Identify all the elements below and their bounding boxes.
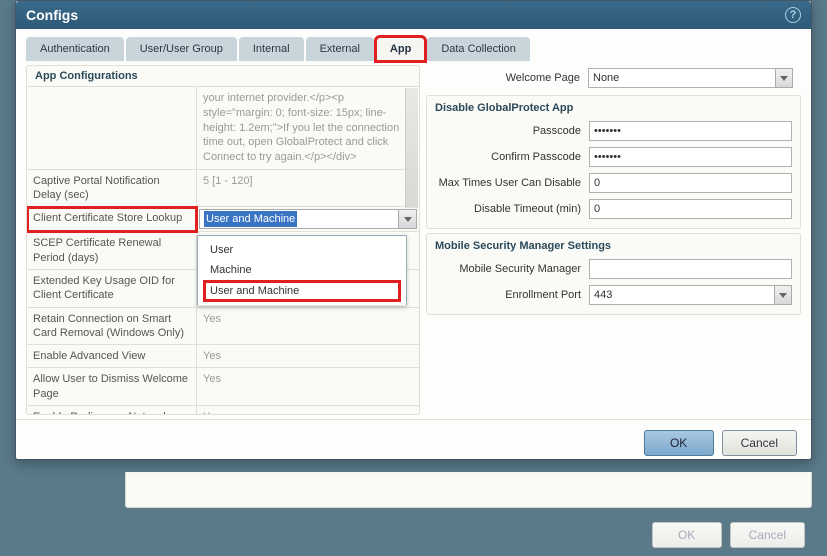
retain-smartcard-label: Retain Connection on Smart Card Removal … (27, 308, 197, 346)
disable-timeout-field[interactable]: 0 (589, 199, 792, 219)
scrollbar[interactable] (405, 88, 418, 208)
config-grid: your internet provider.</p><p style="mar… (27, 86, 419, 414)
configs-modal: Configs ? Authentication User/User Group… (15, 0, 812, 460)
tab-data-collection[interactable]: Data Collection (427, 37, 530, 61)
tab-app[interactable]: App (376, 37, 425, 61)
passcode-field[interactable]: ••••••• (589, 121, 792, 141)
msm-port-select[interactable]: 443 (589, 285, 792, 305)
cert-lookup-option-user[interactable]: User (204, 240, 400, 260)
rediscover-network-label: Enable Rediscover Network Option (27, 406, 197, 414)
section-title: Mobile Security Manager Settings (427, 236, 800, 256)
tab-internal[interactable]: Internal (239, 37, 304, 61)
raw-message-label (27, 87, 197, 170)
raw-message-value: your internet provider.</p><p style="mar… (197, 87, 419, 170)
disable-gp-section: Disable GlobalProtect App Passcode••••••… (426, 95, 801, 229)
msm-manager-field[interactable] (589, 259, 792, 279)
panel-title: App Configurations (27, 66, 419, 86)
rediscover-network-value[interactable]: Yes (197, 406, 419, 414)
captive-delay-label: Captive Portal Notification Delay (sec) (27, 170, 197, 208)
max-times-field[interactable]: 0 (589, 173, 792, 193)
background-cancel-button: Cancel (730, 522, 805, 548)
ok-button[interactable]: OK (644, 430, 714, 456)
background-ok-button: OK (652, 522, 722, 548)
tab-user-group[interactable]: User/User Group (126, 37, 237, 61)
section-title: Disable GlobalProtect App (427, 98, 800, 118)
modal-title: Configs (26, 7, 78, 23)
client-cert-lookup-cell: User and Machine (197, 207, 419, 232)
cert-lookup-option-user-and-machine[interactable]: User and Machine (204, 281, 400, 301)
captive-delay-value[interactable]: 5 [1 - 120] (197, 170, 419, 208)
welcome-page-label: Welcome Page (426, 72, 588, 84)
dismiss-welcome-value[interactable]: Yes (197, 368, 419, 406)
enable-advanced-label: Enable Advanced View (27, 345, 197, 368)
max-times-label: Max Times User Can Disable (427, 177, 589, 189)
eku-oid-label: Extended Key Usage OID for Client Certif… (27, 270, 197, 308)
msm-manager-label: Mobile Security Manager (427, 263, 589, 275)
welcome-page-row: Welcome Page None (426, 65, 801, 91)
client-cert-lookup-label: Client Certificate Store Lookup (27, 207, 197, 232)
msm-section: Mobile Security Manager Settings Mobile … (426, 233, 801, 315)
app-configurations-panel: App Configurations your internet provide… (26, 65, 420, 415)
help-icon[interactable]: ? (785, 7, 801, 23)
msm-port-label: Enrollment Port (427, 289, 589, 301)
chevron-down-icon[interactable] (775, 68, 793, 88)
confirm-passcode-label: Confirm Passcode (427, 151, 589, 163)
welcome-page-select[interactable]: None (588, 68, 793, 88)
tab-authentication[interactable]: Authentication (26, 37, 124, 61)
confirm-passcode-field[interactable]: ••••••• (589, 147, 792, 167)
client-cert-lookup-selected: User and Machine (204, 211, 297, 227)
client-cert-lookup-dropdown[interactable]: User and Machine (199, 209, 417, 229)
dismiss-welcome-label: Allow User to Dismiss Welcome Page (27, 368, 197, 406)
cert-lookup-dropdown-list: User Machine User and Machine (197, 235, 407, 306)
retain-smartcard-value[interactable]: Yes (197, 308, 419, 346)
tab-external[interactable]: External (306, 37, 374, 61)
right-column: Welcome Page None Disable GlobalProtect … (426, 65, 801, 415)
disable-timeout-label: Disable Timeout (min) (427, 203, 589, 215)
cancel-button[interactable]: Cancel (722, 430, 797, 456)
passcode-label: Passcode (427, 125, 589, 137)
enable-advanced-value[interactable]: Yes (197, 345, 419, 368)
scep-renewal-label: SCEP Certificate Renewal Period (days) (27, 232, 197, 270)
tabs: Authentication User/User Group Internal … (16, 29, 811, 61)
chevron-down-icon[interactable] (774, 285, 792, 305)
cert-lookup-option-machine[interactable]: Machine (204, 260, 400, 280)
chevron-down-icon[interactable] (398, 210, 416, 228)
